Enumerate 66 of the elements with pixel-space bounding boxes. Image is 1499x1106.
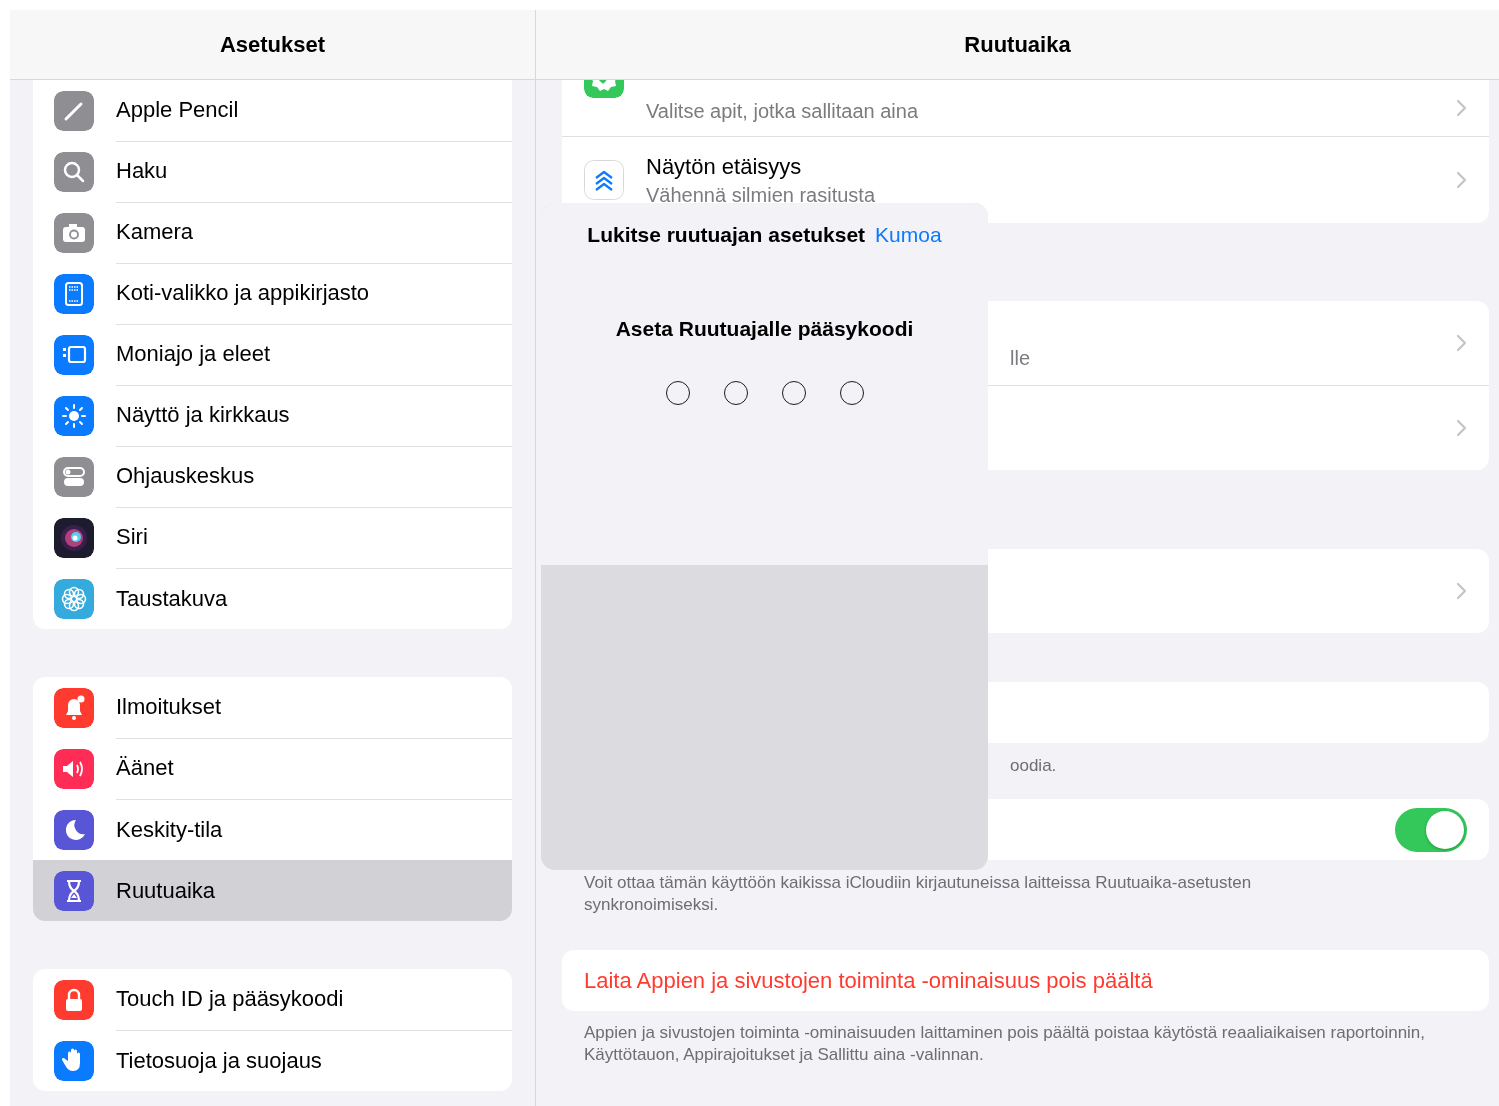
settings-item[interactable]: Siri [33, 507, 512, 568]
settings-item-label: Siri [116, 524, 148, 550]
settings-item-label: Apple Pencil [116, 97, 239, 123]
settings-item-label: Taustakuva [116, 585, 228, 612]
chevron-icon [1456, 334, 1467, 352]
settings-item[interactable]: Haku [33, 141, 512, 202]
sidebar-title: Asetukset [219, 31, 326, 58]
settings-item-label: Moniajo ja eleet [116, 341, 271, 367]
settings-item-label: Ilmoitukset [116, 694, 222, 720]
settings-item[interactable]: Ilmoitukset [33, 677, 512, 738]
settings-item-label: Touch ID ja pääsykoodi [116, 986, 344, 1012]
settings-item-label: Koti-valikko ja appikirjasto [116, 280, 370, 306]
settings-item[interactable]: Keskity-tila [33, 799, 512, 860]
chevron-icon [1456, 419, 1467, 437]
camera-icon [54, 212, 94, 253]
toggle-switch[interactable] [1395, 807, 1467, 852]
row-subtitle: Vähennä silmien rasitusta [646, 183, 876, 207]
speaker-icon [54, 748, 94, 789]
settings-item[interactable]: Apple Pencil [33, 80, 512, 141]
bell-icon [54, 687, 94, 728]
settings-item[interactable]: Moniajo ja eleet [33, 324, 512, 385]
chevron-icon [1456, 171, 1467, 189]
chevron-icon [1456, 99, 1467, 117]
cancel-button[interactable]: Kumoa [875, 223, 942, 247]
hourglass-icon [54, 870, 94, 911]
settings-item[interactable]: Touch ID ja pääsykoodi [33, 969, 512, 1030]
row-subtitle: Valitse apit, jotka sallitaan aina [646, 99, 919, 123]
settings-item[interactable]: Taustakuva [33, 568, 512, 629]
disable-feature-button[interactable]: Laita Appien ja sivustojen toiminta -ominaisuus pois päältä [562, 950, 1489, 1011]
footer-text: oodia. [1009, 755, 1058, 777]
row-title: Näytön etäisyys [646, 153, 803, 180]
settings-item[interactable]: Ohjauskeskus [33, 446, 512, 507]
settings-item[interactable]: Koti-valikko ja appikirjasto [33, 263, 512, 324]
always-allowed-row[interactable]: Valitse apit, jotka sallitaan aina [562, 80, 1489, 137]
flower-icon [54, 578, 94, 619]
toggles-icon [54, 456, 94, 497]
multitask-icon [54, 334, 94, 375]
settings-item-label: Ruutuaika [116, 877, 216, 904]
passcode-prompt: Aseta Ruutuajalle pääsykoodi [615, 317, 914, 341]
settings-item-label: Äänet [116, 755, 174, 781]
moon-icon [54, 809, 94, 850]
page-title: Ruutuaika [964, 31, 1071, 58]
sheet-title: Lukitse ruutuajan asetukset [587, 223, 866, 247]
pencil-icon [54, 90, 94, 131]
settings-item-label: Kamera [116, 219, 194, 245]
search-icon [54, 151, 94, 192]
settings-item[interactable]: Tietosuoja ja suojaus [33, 1030, 512, 1091]
lock-icon [54, 979, 94, 1020]
tablet-grid-icon [54, 273, 94, 314]
settings-item[interactable]: Näyttö ja kirkkaus [33, 385, 512, 446]
siri-orb-icon [54, 517, 94, 558]
footer-text: Voit ottaa tämän käyttöön kaikissa iCloudiin kirjautuneissa laitteissa Ruutuaika-asetusten synkronoimiseksi. [583, 872, 1253, 916]
double-chevron-up-icon [584, 160, 624, 200]
sun-icon [54, 395, 94, 436]
chevron-icon [1456, 582, 1467, 600]
settings-item-label: Ohjauskeskus [116, 463, 255, 489]
settings-item-label: Tietosuoja ja suojaus [116, 1047, 322, 1074]
hand-icon [54, 1040, 94, 1081]
settings-item[interactable]: Äänet [33, 738, 512, 799]
settings-item-label: Näyttö ja kirkkaus [116, 402, 290, 428]
settings-item[interactable]: Kamera [33, 202, 512, 263]
settings-item[interactable]: Ruutuaika [33, 860, 512, 921]
settings-item-label: Haku [116, 158, 168, 184]
footer-text: Appien ja sivustojen toiminta -ominaisuuden laittaminen pois päältä poistaa käytöstä reaaliaikaisen raportoinnin, Käyttötauon, Appirajoitukset ja Sallittu aina -valinnan. [583, 1022, 1427, 1066]
settings-item-label: Keskity-tila [116, 816, 223, 843]
row-subtitle: lle [1010, 345, 1031, 370]
